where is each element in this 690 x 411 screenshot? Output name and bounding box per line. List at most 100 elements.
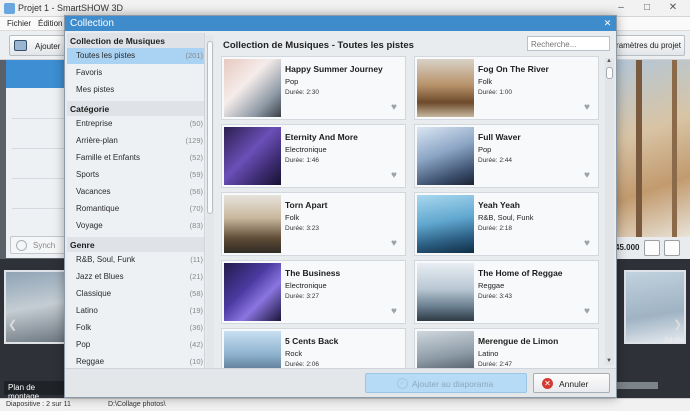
sidebar-item-count: (50) xyxy=(189,119,203,128)
maximize-icon[interactable]: □ xyxy=(634,1,660,15)
project-params-button[interactable]: ramètres du projet xyxy=(612,35,685,56)
track-title: Happy Summer Journey xyxy=(285,64,383,74)
track-card[interactable]: Torn Apart Folk Durée: 3:23 ♥ xyxy=(221,192,406,256)
tracks-scrollbar[interactable]: ▲ ▼ xyxy=(605,58,614,365)
sidebar-item-count: (129) xyxy=(185,136,203,145)
sidebar-item-collection[interactable]: Favoris xyxy=(67,65,204,81)
sidebar-item-count: (10) xyxy=(189,357,203,366)
search-input[interactable] xyxy=(527,36,610,51)
add-button[interactable]: Ajouter xyxy=(9,35,65,56)
track-duration: Durée: 3:27 xyxy=(285,293,319,300)
sidebar-item-label: Classique xyxy=(76,289,112,298)
track-title: Merengue de Limon xyxy=(478,336,559,346)
sidebar-item-label: Romantique xyxy=(76,204,120,213)
synch-button[interactable]: Synch xyxy=(10,236,70,254)
track-duration: Durée: 2:44 xyxy=(478,157,512,164)
favorite-heart-icon[interactable]: ♥ xyxy=(584,171,590,181)
timeline-right-arrow-icon[interactable]: ❯ xyxy=(673,318,682,331)
scroll-down-icon[interactable]: ▼ xyxy=(606,358,612,364)
favorite-heart-icon[interactable]: ♥ xyxy=(391,103,397,113)
sidebar-item-genre[interactable]: Folk (36) xyxy=(67,320,204,336)
sidebar-item-label: Mes pistes xyxy=(76,85,115,94)
track-genre: Pop xyxy=(478,145,492,154)
app-logo-icon xyxy=(4,3,15,14)
timeline-scrollbar[interactable] xyxy=(616,382,658,389)
track-duration: Durée: 2:06 xyxy=(285,361,319,368)
track-card[interactable]: Happy Summer Journey Pop Durée: 2:30 ♥ xyxy=(221,56,406,120)
track-thumbnail xyxy=(224,331,281,369)
synch-icon xyxy=(16,240,27,251)
track-thumbnail xyxy=(417,263,474,321)
track-thumbnail xyxy=(224,263,281,321)
left-panel xyxy=(6,88,70,258)
track-card[interactable]: 5 Cents BackRockDurée: 2:06♥ xyxy=(221,328,406,369)
favorite-heart-icon[interactable]: ♥ xyxy=(584,239,590,249)
track-card[interactable]: Eternity And More Electronique Durée: 1:46… xyxy=(221,124,406,188)
timeline-duration: 34.0 xyxy=(664,336,680,345)
sidebar-item-genre[interactable]: Pop (42) xyxy=(67,337,204,353)
sidebar-item-label: Favoris xyxy=(76,68,103,77)
favorite-heart-icon[interactable]: ♥ xyxy=(391,171,397,181)
sidebar-item-genre[interactable]: Latino (19) xyxy=(67,303,204,319)
cancel-button[interactable]: ✕ Annuler xyxy=(533,373,610,393)
sidebar-item-category[interactable]: Sports (59) xyxy=(67,167,204,183)
track-thumbnail xyxy=(224,127,281,185)
track-genre: Folk xyxy=(285,213,300,222)
sidebar-item-category[interactable]: Vacances (56) xyxy=(67,184,204,200)
track-title: Eternity And More xyxy=(285,132,358,142)
sidebar-item-category[interactable]: Voyage (83) xyxy=(67,218,204,234)
sidebar-item-collection[interactable]: Toutes les pistes (201) xyxy=(67,48,204,64)
plan-de-montage-tab[interactable]: Plan de montage xyxy=(4,381,66,401)
minimize-icon[interactable]: – xyxy=(608,1,634,15)
timeline-slide-thumbnail[interactable] xyxy=(4,270,66,344)
sidebar-item-count: (11) xyxy=(190,255,203,264)
snapshot-camera-icon[interactable] xyxy=(644,240,660,256)
track-card[interactable]: The Home of Reggae Reggae Durée: 3:43 ♥ xyxy=(414,260,599,324)
favorite-heart-icon[interactable]: ♥ xyxy=(391,239,397,249)
sidebar-item-label: Vacances xyxy=(76,187,111,196)
track-thumbnail xyxy=(224,59,281,117)
menu-fichier[interactable]: Fichier xyxy=(7,19,31,28)
track-card[interactable]: Full Waver Pop Durée: 2:44 ♥ xyxy=(414,124,599,188)
time-display: 45.000 xyxy=(615,243,640,252)
track-duration: Durée: 1:46 xyxy=(285,157,319,164)
track-genre: Folk xyxy=(478,77,493,86)
add-to-slideshow-button[interactable]: ✓ Ajouter au diaporama xyxy=(365,373,527,393)
scroll-up-icon[interactable]: ▲ xyxy=(606,58,612,64)
track-card[interactable]: The Business Electronique Durée: 3:27 ♥ xyxy=(221,260,406,324)
track-card[interactable]: Merengue de LimonLatinoDurée: 2:47♥ xyxy=(414,328,599,369)
sidebar-item-category[interactable]: Arrière-plan (129) xyxy=(67,133,204,149)
window-close-icon[interactable]: ✕ xyxy=(660,1,686,15)
track-card[interactable]: Yeah Yeah R&B, Soul, Funk Durée: 2:18 ♥ xyxy=(414,192,599,256)
sidebar-item-category[interactable]: Entreprise (50) xyxy=(67,116,204,132)
track-duration: Durée: 3:23 xyxy=(285,225,319,232)
fullscreen-icon[interactable] xyxy=(664,240,680,256)
favorite-heart-icon[interactable]: ♥ xyxy=(584,103,590,113)
sidebar-scrollbar-thumb[interactable] xyxy=(207,41,213,214)
timeline-slide-thumbnail[interactable] xyxy=(624,270,686,344)
sidebar-item-category[interactable]: Famille et Enfants (52) xyxy=(67,150,204,166)
synch-label: Synch xyxy=(33,241,56,250)
checkmark-icon: ✓ xyxy=(397,378,408,389)
sidebar-item-collection[interactable]: Mes pistes xyxy=(67,82,204,98)
dialog-close-icon[interactable]: ✕ xyxy=(602,18,613,29)
favorite-heart-icon[interactable]: ♥ xyxy=(391,307,397,317)
category-sidebar: Collection de Musiques Toutes les pistes (… xyxy=(67,33,205,381)
track-card[interactable]: Fog On The River Folk Durée: 1:00 ♥ xyxy=(414,56,599,120)
favorite-heart-icon[interactable]: ♥ xyxy=(584,307,590,317)
sidebar-item-label: Famille et Enfants xyxy=(76,153,141,162)
menu-edition[interactable]: Édition xyxy=(38,19,62,28)
timeline-left-arrow-icon[interactable]: ❮ xyxy=(8,318,17,331)
sidebar-item-genre[interactable]: R&B, Soul, Funk (11) xyxy=(67,252,204,268)
sidebar-item-count: (42) xyxy=(189,340,203,349)
preview-controls: 45.000 xyxy=(614,237,690,259)
sidebar-item-category[interactable]: Romantique (70) xyxy=(67,201,204,217)
sidebar-item-genre[interactable]: Jazz et Blues (21) xyxy=(67,269,204,285)
sidebar-item-genre[interactable]: Classique (58) xyxy=(67,286,204,302)
sidebar-scrollbar[interactable] xyxy=(206,35,214,383)
status-path: D:\Collage photos\ xyxy=(108,401,166,408)
tracks-scrollbar-thumb[interactable] xyxy=(606,67,613,79)
sidebar-item-label: Folk xyxy=(76,323,92,332)
sidebar-item-label: Arrière-plan xyxy=(76,136,118,145)
track-title: The Business xyxy=(285,268,341,278)
